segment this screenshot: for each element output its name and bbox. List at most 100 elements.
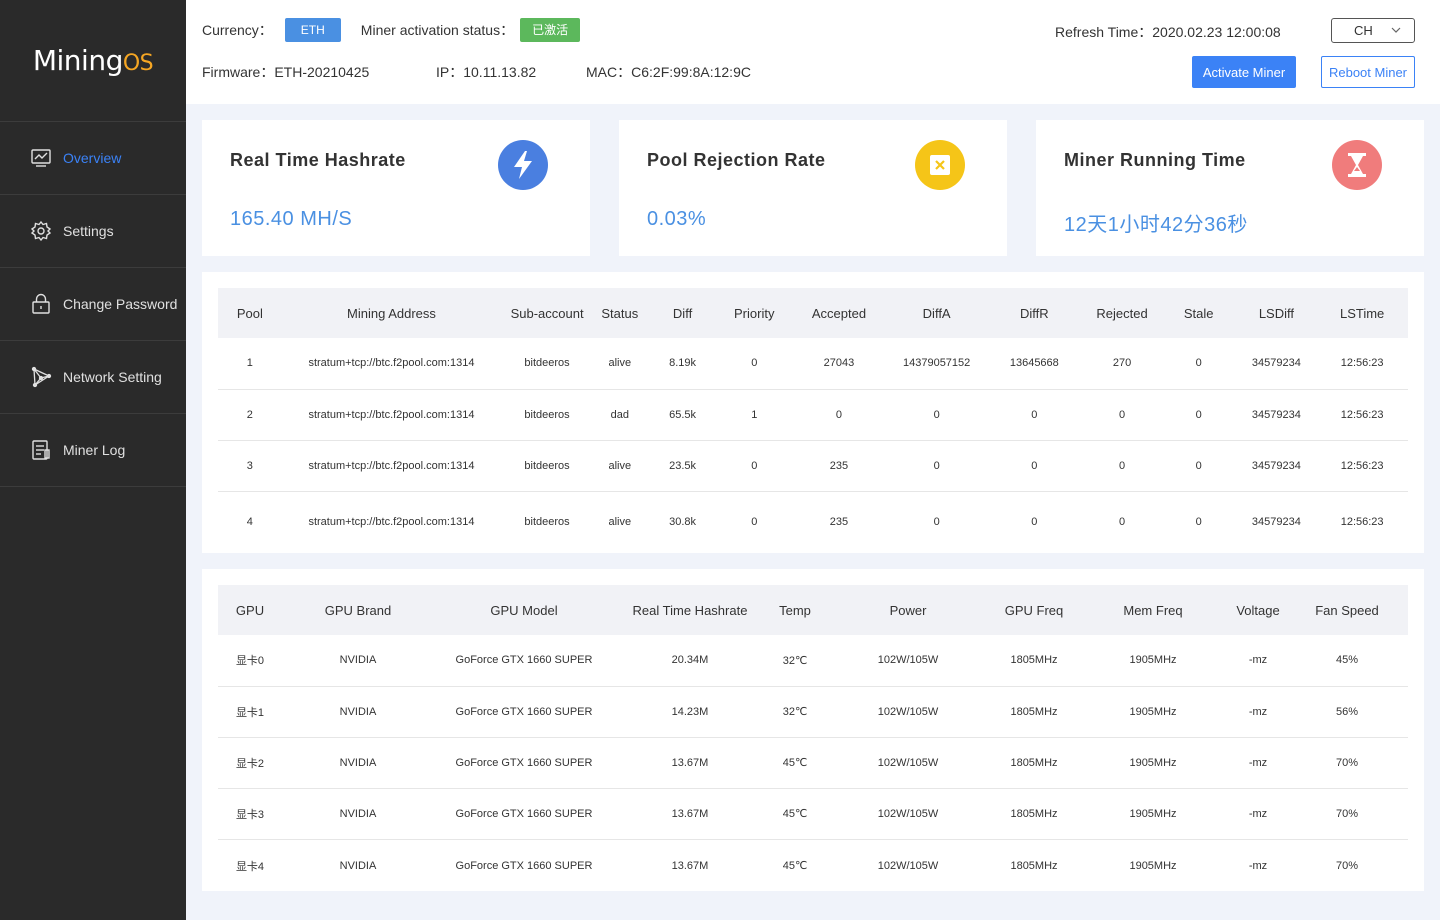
gpu-cell: -mz — [1248, 859, 1268, 872]
firmware-info: Firmware：ETH-20210425 — [202, 62, 369, 82]
top-header: Currency： ETH Miner activation status： 已… — [186, 0, 1440, 104]
pool-header-cell: Sub-account — [501, 288, 593, 338]
pool-table: Pool Mining Address Sub-account Status D… — [218, 288, 1408, 553]
pool-cell: 34579234 — [1236, 440, 1317, 492]
hourglass-icon — [1332, 140, 1382, 190]
gpu-cell: -mz — [1230, 686, 1286, 738]
activate-miner-button[interactable]: Activate Miner — [1192, 56, 1296, 88]
pool-cell: 0 — [718, 338, 791, 390]
gpu-cell: 显卡3 — [218, 788, 282, 840]
pool-header-cell: Stale — [1160, 288, 1237, 338]
table-row: 3 stratum+tcp://btc.f2pool.com:1314 bitd… — [218, 440, 1408, 492]
activation-badge: 已激活 — [520, 18, 581, 42]
pool-cell: 0 — [1083, 440, 1161, 492]
pool-cell: 0 — [751, 516, 758, 529]
pool-cell: 0 — [887, 389, 986, 441]
pool-cell: 3 — [218, 440, 282, 492]
ip-value: 10.11.13.82 — [463, 64, 537, 80]
gpu-cell: NVIDIA — [339, 859, 377, 872]
pool-header-cell: Pool — [218, 288, 282, 338]
language-value: CH — [1354, 23, 1373, 38]
sidebar-item-label: Overview — [63, 150, 122, 166]
pool-cell: 0 — [1160, 389, 1237, 441]
mac-label: MAC： — [586, 64, 632, 80]
table-row: 4 stratum+tcp://btc.f2pool.com:1314 bitd… — [218, 491, 1408, 553]
rejection-title: Pool Rejection Rate — [647, 150, 826, 170]
gpu-cell: 13.67M — [671, 859, 709, 872]
running-time-card: Miner Running Time 12天1小时42分36秒 — [1036, 120, 1424, 256]
gpu-header-cell: Voltage — [1230, 585, 1286, 635]
pool-header-cell: Rejected — [1083, 288, 1161, 338]
firmware-value: ETH-20210425 — [274, 64, 370, 80]
gpu-header-cell: Real Time Hashrate — [614, 585, 766, 635]
pool-table-header: Pool Mining Address Sub-account Status D… — [218, 288, 1408, 338]
table-row: 显卡0 NVIDIA GoForce GTX 1660 SUPER 20.34M… — [218, 635, 1408, 687]
gpu-cell: NVIDIA — [282, 788, 434, 840]
pool-cell: stratum+tcp://btc.f2pool.com:1314 — [281, 338, 502, 390]
pool-cell: dad — [592, 389, 647, 441]
table-row: 显卡1 NVIDIA GoForce GTX 1660 SUPER 14.23M… — [218, 686, 1408, 738]
currency-row: Currency： ETH Miner activation status： 已… — [202, 18, 581, 42]
pool-header-cell: LSTime — [1316, 288, 1408, 338]
gpu-header-cell: GPU Model — [434, 585, 614, 635]
gpu-cell: -mz — [1230, 635, 1286, 687]
sidebar-item-network-setting[interactable]: Network Setting — [0, 341, 186, 414]
gpu-cell: 70% — [1286, 737, 1408, 789]
sidebar-item-change-password[interactable]: Change Password — [0, 268, 186, 341]
gpu-cell: GoForce GTX 1660 SUPER — [455, 859, 593, 872]
pool-cell: 235 — [790, 440, 888, 492]
rejection-value: 0.03% — [647, 208, 707, 230]
mac-info: MAC：C6:2F:99:8A:12:9C — [586, 62, 751, 82]
pool-cell: 0 — [1160, 338, 1237, 390]
pool-cell: 13645668 — [985, 338, 1084, 390]
gpu-cell: 显卡0 — [218, 635, 282, 687]
refresh-value: 2020.02.23 12:00:08 — [1152, 24, 1281, 40]
pool-header-cell: Status — [592, 288, 647, 338]
pool-cell: 8.19k — [646, 338, 719, 390]
gpu-cell: 1905MHz — [1076, 686, 1230, 738]
table-row: 1 stratum+tcp://btc.f2pool.com:1314 bitd… — [218, 338, 1408, 390]
refresh-time: Refresh Time：2020.02.23 12:00:08 — [1055, 22, 1281, 42]
lightning-icon — [498, 140, 548, 190]
gpu-header-cell: GPU Brand — [282, 585, 434, 635]
sidebar-item-settings[interactable]: Settings — [0, 195, 186, 268]
language-select[interactable]: CH — [1331, 18, 1415, 43]
gpu-cell: 14.23M — [614, 686, 766, 738]
activation-label: Miner activation status： — [360, 22, 515, 38]
pool-cell: 235 — [829, 516, 849, 529]
pool-cell: bitdeeros — [501, 389, 593, 441]
sidebar-item-label: Network Setting — [63, 369, 162, 385]
gpu-cell: 70% — [1286, 788, 1408, 840]
pool-header-cell: DiffA — [887, 288, 986, 338]
pool-cell: bitdeeros — [501, 338, 593, 390]
gpu-header-cell: GPU Freq — [992, 585, 1076, 635]
pool-cell: 0 — [933, 516, 940, 529]
gpu-cell: 102W/105W — [824, 737, 992, 789]
gpu-cell: 102W/105W — [824, 686, 992, 738]
pool-cell: 0 — [985, 389, 1084, 441]
gpu-cell: 70% — [1335, 859, 1359, 872]
gpu-header-cell: Mem Freq — [1076, 585, 1230, 635]
gpu-cell: 45℃ — [766, 737, 824, 789]
logo-main-text: Mining — [32, 44, 123, 77]
pool-header-cell: Priority — [718, 288, 791, 338]
gpu-cell: 102W/105W — [824, 788, 992, 840]
reboot-miner-button[interactable]: Reboot Miner — [1321, 56, 1415, 88]
refresh-label: Refresh Time： — [1055, 24, 1153, 40]
pool-panel: Pool Mining Address Sub-account Status D… — [202, 272, 1424, 553]
sidebar-item-miner-log[interactable]: Miner Log — [0, 414, 186, 487]
pool-cell: 4 — [246, 516, 253, 529]
gpu-cell: 45% — [1286, 635, 1408, 687]
table-row: 显卡2 NVIDIA GoForce GTX 1660 SUPER 13.67M… — [218, 737, 1408, 789]
pool-header-cell: DiffR — [985, 288, 1084, 338]
gpu-header-cell: Power — [824, 585, 992, 635]
pool-cell: 14379057152 — [887, 338, 986, 390]
gpu-cell: 13.67M — [614, 788, 766, 840]
gpu-cell: 1805MHz — [992, 788, 1076, 840]
gpu-cell: 20.34M — [614, 635, 766, 687]
sidebar-item-overview[interactable]: Overview — [0, 122, 186, 195]
pool-header-cell: Mining Address — [281, 288, 502, 338]
running-time-value: 12天1小时42分36秒 — [1064, 214, 1248, 236]
gpu-cell: 显卡1 — [218, 686, 282, 738]
gpu-cell: NVIDIA — [282, 737, 434, 789]
